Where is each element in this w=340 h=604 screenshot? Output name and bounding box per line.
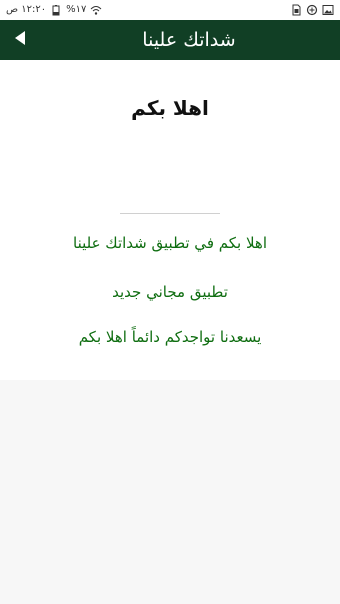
free-app-message: تطبيق مجاني جديد — [112, 283, 228, 301]
status-bar: ١٢:٢٠ ص %١٧ — [0, 0, 340, 20]
sim-icon — [290, 4, 302, 16]
wifi-icon — [90, 4, 102, 16]
welcome-message: اهلا بكم في تطبيق شداتك علينا — [73, 234, 267, 252]
app-title: شداتك علينا — [142, 29, 236, 51]
status-right — [290, 3, 334, 17]
divider — [120, 213, 220, 214]
clock: ١٢:٢٠ ص — [6, 4, 47, 15]
content-area: اهلا بكم اهلا بكم في تطبيق شداتك علينا ت… — [0, 60, 340, 604]
data-saver-icon — [306, 4, 318, 16]
welcome-heading: اهلا بكم — [131, 96, 209, 120]
back-button[interactable] — [4, 24, 36, 56]
app-bar: شداتك علينا — [0, 20, 340, 60]
status-left: ١٢:٢٠ ص %١٧ — [6, 3, 102, 17]
back-arrow-icon — [13, 30, 27, 50]
greeting-message: يسعدنا تواجدكم دائماً اهلا بكم — [78, 328, 262, 346]
empty-area — [0, 380, 340, 604]
battery-icon — [50, 4, 62, 16]
battery-percentage: %١٧ — [66, 4, 87, 15]
gallery-icon — [322, 4, 334, 16]
